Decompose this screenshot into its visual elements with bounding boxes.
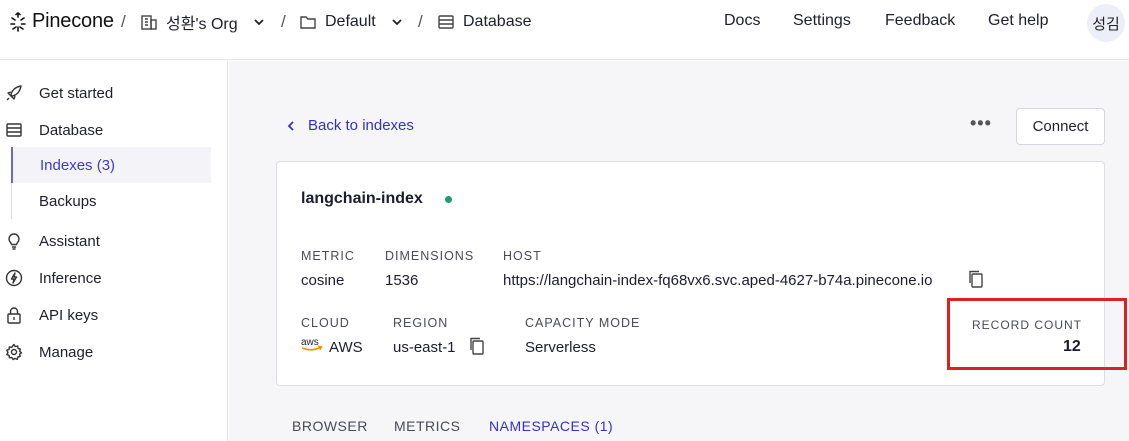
copy-region-icon[interactable] xyxy=(468,336,486,356)
lightbulb-icon xyxy=(8,233,20,250)
breadcrumb-database-label: Database xyxy=(463,13,532,30)
sidebar-item-inference[interactable]: Inference xyxy=(0,261,212,295)
sidebar-item-indexes[interactable]: Indexes (3) xyxy=(11,147,211,183)
aws-logo-icon: aws xyxy=(301,337,323,351)
pinecone-logo-icon xyxy=(10,11,26,32)
sidebar-item-database[interactable]: Database xyxy=(0,113,212,147)
metric-label: METRIC xyxy=(301,249,355,263)
main-content: Back to indexes ••• Connect langchain-in… xyxy=(229,61,1129,441)
record-count-highlight xyxy=(947,298,1127,370)
metric-value: cosine xyxy=(301,272,345,289)
tab-namespaces[interactable]: NAMESPACES (1) xyxy=(489,418,613,434)
aws-logo-text: aws xyxy=(301,337,319,348)
breadcrumb-separator: / xyxy=(121,12,126,31)
nav-docs[interactable]: Docs xyxy=(724,12,760,30)
logo-text: Pinecone xyxy=(32,10,114,32)
region-label: REGION xyxy=(393,316,449,330)
nav-settings[interactable]: Settings xyxy=(793,12,851,30)
chevron-down-icon xyxy=(392,19,402,26)
breadcrumb-org-label: 성환's Org xyxy=(166,16,238,33)
back-link-label: Back to indexes xyxy=(308,117,414,134)
gear-icon xyxy=(6,343,23,361)
rocket-icon xyxy=(6,85,22,101)
breadcrumb-separator: / xyxy=(418,12,423,31)
nav-get-help[interactable]: Get help xyxy=(988,12,1048,30)
sidebar-item-label: Assistant xyxy=(39,232,100,250)
host-value: https://langchain-index-fq68vx6.svc.aped… xyxy=(503,272,933,289)
tab-metrics[interactable]: METRICS xyxy=(394,418,461,434)
breadcrumb-database[interactable]: Database xyxy=(437,10,532,34)
sidebar-item-label: Inference xyxy=(39,269,102,287)
status-indicator xyxy=(445,196,452,203)
sidebar-item-api-keys[interactable]: API keys xyxy=(0,298,212,332)
cloud-label: CLOUD xyxy=(301,316,350,330)
avatar[interactable]: 성김 xyxy=(1087,4,1125,42)
cloud-value: AWS xyxy=(329,339,363,356)
sidebar-item-label: Manage xyxy=(39,343,94,361)
dimensions-label: DIMENSIONS xyxy=(385,249,475,263)
sidebar-item-label: Database xyxy=(39,121,104,139)
building-icon xyxy=(141,15,157,30)
copy-host-icon[interactable] xyxy=(967,269,985,289)
chevron-down-icon xyxy=(253,19,264,26)
database-icon xyxy=(6,123,22,137)
capacity-mode-label: CAPACITY MODE xyxy=(525,316,641,330)
sidebar-item-label: Backups xyxy=(39,192,97,210)
nav-feedback[interactable]: Feedback xyxy=(885,12,955,30)
host-label: HOST xyxy=(503,249,542,263)
sidebar-item-get-started[interactable]: Get started xyxy=(0,76,212,110)
sidebar-item-assistant[interactable]: Assistant xyxy=(0,224,212,258)
pinecone-logo[interactable]: Pinecone xyxy=(8,10,114,33)
top-bar: Pinecone / 성환's Org / Default / Database… xyxy=(0,0,1129,60)
back-to-indexes-link[interactable]: Back to indexes xyxy=(284,117,414,134)
index-name: langchain-index xyxy=(301,190,423,207)
lock-icon xyxy=(7,307,21,324)
breadcrumb-project[interactable]: Default xyxy=(299,10,404,34)
connect-button[interactable]: Connect xyxy=(1016,108,1105,145)
dimensions-value: 1536 xyxy=(385,272,419,289)
region-value: us-east-1 xyxy=(393,339,456,356)
sidebar-item-label: Get started xyxy=(39,84,114,102)
sidebar-item-label: API keys xyxy=(39,306,99,324)
breadcrumb-org[interactable]: 성환's Org xyxy=(140,10,266,34)
sidebar-item-backups[interactable]: Backups xyxy=(11,183,211,219)
more-options-button[interactable]: ••• xyxy=(970,113,992,134)
breadcrumb-project-label: Default xyxy=(325,13,376,30)
capacity-mode-value: Serverless xyxy=(525,339,596,356)
database-icon xyxy=(438,15,454,29)
bolt-icon xyxy=(5,269,23,287)
breadcrumb-separator: / xyxy=(281,12,286,31)
sidebar-item-label: Indexes (3) xyxy=(40,156,116,174)
tab-browser[interactable]: BROWSER xyxy=(292,418,368,434)
folder-icon xyxy=(300,16,316,29)
sidebar: Get started Database Indexes (3) Backups… xyxy=(0,61,228,441)
sidebar-item-manage[interactable]: Manage xyxy=(0,335,212,369)
chevron-left-icon xyxy=(287,120,294,131)
